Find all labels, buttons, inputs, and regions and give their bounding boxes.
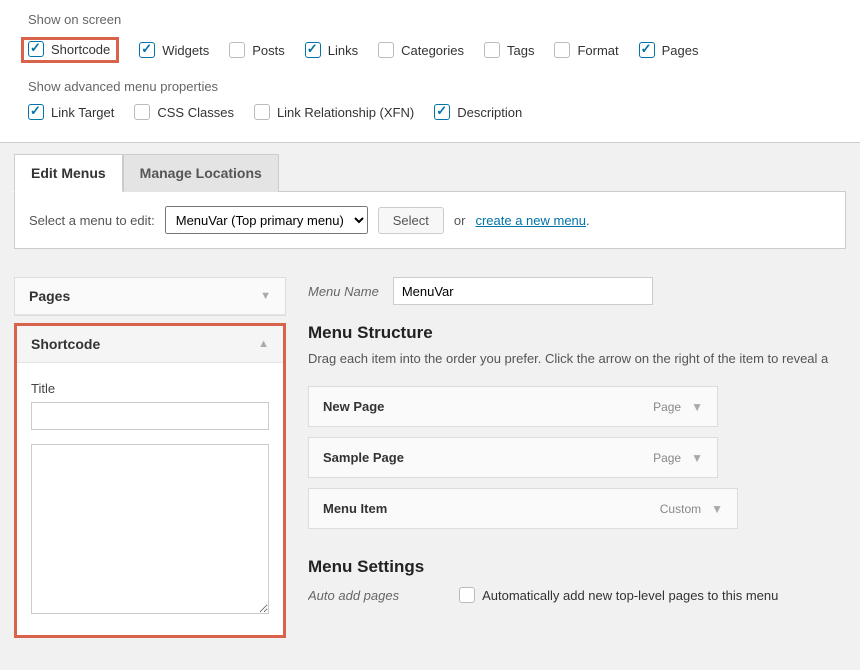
menu-item-label: Sample Page [323, 450, 404, 465]
menu-item-label: Menu Item [323, 501, 387, 516]
shortcode-metabox-title: Shortcode [31, 336, 100, 352]
show-advanced-label: Show advanced menu properties [28, 79, 832, 94]
checkbox-input-link-relationship-xfn-[interactable] [254, 104, 270, 120]
menu-item-type: Custom [660, 502, 701, 516]
checkbox-label-categories: Categories [401, 43, 464, 58]
tab-manage-locations[interactable]: Manage Locations [123, 154, 279, 192]
menu-item[interactable]: Sample Page Page ▼ [308, 437, 718, 478]
checkbox-input-widgets[interactable] [139, 42, 155, 58]
pages-metabox-toggle[interactable]: Pages ▼ [15, 278, 285, 315]
checkbox-input-shortcode[interactable] [28, 41, 44, 57]
checkbox-input-pages[interactable] [639, 42, 655, 58]
screen-items-row: Shortcode Widgets Posts Links Categories Tags… [28, 37, 832, 63]
checkbox-css-classes[interactable]: CSS Classes [134, 104, 234, 120]
menu-item-type: Page [653, 451, 681, 465]
pages-metabox-title: Pages [29, 288, 70, 304]
checkbox-link-target[interactable]: Link Target [28, 104, 114, 120]
menu-item[interactable]: New Page Page ▼ [308, 386, 718, 427]
checkbox-label-links: Links [328, 43, 358, 58]
checkbox-format[interactable]: Format [554, 37, 618, 63]
screen-options-panel: Show on screen Shortcode Widgets Posts Link… [0, 0, 860, 143]
checkbox-label-widgets: Widgets [162, 43, 209, 58]
shortcode-title-input[interactable] [31, 402, 269, 430]
checkbox-label-shortcode: Shortcode [51, 42, 110, 57]
checkbox-label-link-target: Link Target [51, 105, 114, 120]
tabs: Edit Menus Manage Locations [14, 154, 860, 192]
auto-add-checkbox[interactable]: Automatically add new top-level pages to… [459, 587, 778, 603]
menu-name-input[interactable] [393, 277, 653, 305]
checkbox-label-link-relationship-xfn-: Link Relationship (XFN) [277, 105, 414, 120]
chevron-down-icon: ▼ [260, 290, 271, 302]
menu-items-list: New Page Page ▼ Sample Page Page ▼ Menu Item Cu… [308, 386, 846, 529]
menu-name-label: Menu Name [308, 284, 379, 299]
shortcode-metabox: Shortcode ▲ Title [14, 323, 286, 638]
auto-add-checkbox-input[interactable] [459, 587, 475, 603]
shortcode-metabox-body: Title [17, 363, 283, 635]
menu-select[interactable]: MenuVar (Top primary menu) [165, 206, 368, 234]
menu-structure-heading: Menu Structure [308, 323, 846, 343]
create-new-menu-link[interactable]: create a new menu [475, 213, 586, 228]
checkbox-input-posts[interactable] [229, 42, 245, 58]
tab-edit-menus[interactable]: Edit Menus [14, 154, 123, 192]
title-field-label: Title [31, 381, 269, 396]
shortcode-textarea[interactable] [31, 444, 269, 614]
checkbox-links[interactable]: Links [305, 37, 358, 63]
select-menu-label: Select a menu to edit: [29, 213, 155, 228]
or-text: or [454, 213, 466, 228]
checkbox-input-format[interactable] [554, 42, 570, 58]
dot: . [586, 213, 590, 228]
checkbox-label-css-classes: CSS Classes [157, 105, 234, 120]
select-menu-bar: Select a menu to edit: MenuVar (Top prim… [14, 191, 846, 249]
show-on-screen-label: Show on screen [28, 12, 832, 27]
checkbox-tags[interactable]: Tags [484, 37, 534, 63]
select-button[interactable]: Select [378, 207, 444, 234]
chevron-down-icon[interactable]: ▼ [711, 502, 723, 516]
menu-structure-help: Drag each item into the order you prefer… [308, 351, 846, 366]
checkbox-input-link-target[interactable] [28, 104, 44, 120]
menu-item[interactable]: Menu Item Custom ▼ [308, 488, 738, 529]
checkbox-label-posts: Posts [252, 43, 285, 58]
checkbox-label-tags: Tags [507, 43, 534, 58]
checkbox-input-css-classes[interactable] [134, 104, 150, 120]
checkbox-input-tags[interactable] [484, 42, 500, 58]
auto-add-label: Auto add pages [308, 588, 399, 603]
checkbox-input-description[interactable] [434, 104, 450, 120]
checkbox-description[interactable]: Description [434, 104, 522, 120]
sidebar: Pages ▼ Shortcode ▲ Title [14, 277, 286, 648]
checkbox-shortcode[interactable]: Shortcode [21, 37, 119, 63]
pages-metabox: Pages ▼ [14, 277, 286, 316]
shortcode-metabox-toggle[interactable]: Shortcode ▲ [17, 326, 283, 363]
checkbox-label-format: Format [577, 43, 618, 58]
menu-item-label: New Page [323, 399, 384, 414]
chevron-down-icon[interactable]: ▼ [691, 451, 703, 465]
checkbox-input-categories[interactable] [378, 42, 394, 58]
menu-settings-heading: Menu Settings [308, 557, 846, 577]
checkbox-categories[interactable]: Categories [378, 37, 464, 63]
chevron-down-icon[interactable]: ▼ [691, 400, 703, 414]
chevron-up-icon: ▲ [258, 338, 269, 350]
menu-edit-main: Menu Name Menu Structure Drag each item … [308, 277, 846, 603]
checkbox-label-pages: Pages [662, 43, 699, 58]
auto-add-checkbox-label: Automatically add new top-level pages to… [482, 588, 778, 603]
menu-item-type: Page [653, 400, 681, 414]
checkbox-posts[interactable]: Posts [229, 37, 285, 63]
advanced-items-row: Link Target CSS Classes Link Relationship … [28, 104, 832, 120]
checkbox-link-relationship-xfn-[interactable]: Link Relationship (XFN) [254, 104, 414, 120]
checkbox-widgets[interactable]: Widgets [139, 37, 209, 63]
checkbox-input-links[interactable] [305, 42, 321, 58]
checkbox-label-description: Description [457, 105, 522, 120]
checkbox-pages[interactable]: Pages [639, 37, 699, 63]
